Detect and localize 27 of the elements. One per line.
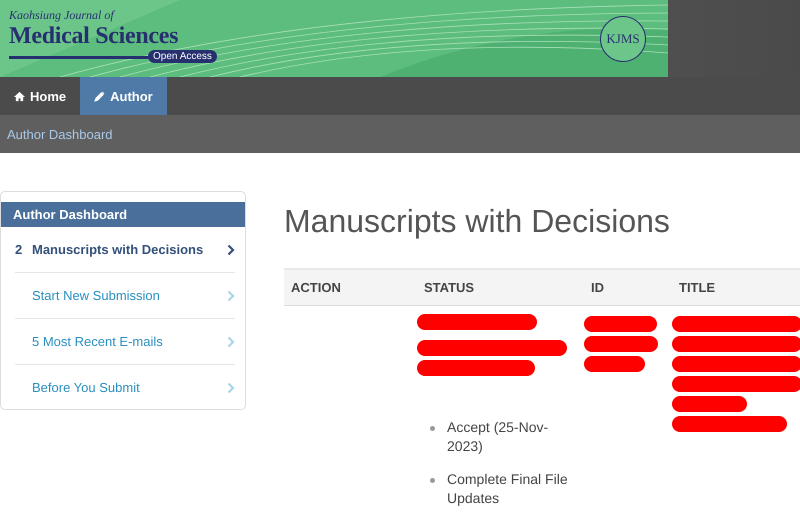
nav-tab[interactable]: Author bbox=[80, 77, 167, 115]
chevron-icon bbox=[227, 244, 235, 256]
status-text: Complete Final File Updates bbox=[447, 470, 569, 508]
sidebar-item[interactable]: Before You Submit bbox=[15, 365, 235, 409]
page-title: Manuscripts with Decisions bbox=[284, 203, 671, 240]
home-icon bbox=[14, 90, 25, 102]
pencil-icon bbox=[94, 90, 106, 102]
status-text: Accept (25-Nov-2023) bbox=[447, 418, 550, 456]
column-header: TITLE bbox=[678, 280, 716, 295]
column-header: ID bbox=[590, 280, 605, 295]
bullet-icon bbox=[430, 426, 435, 431]
redaction-mark bbox=[584, 356, 645, 372]
nav-tab[interactable]: Home bbox=[0, 77, 80, 115]
chevron-icon bbox=[227, 336, 235, 348]
sidebar-item[interactable]: 5 Most Recent E-mails bbox=[15, 319, 235, 365]
breadcrumb-link[interactable]: Author Dashboard bbox=[7, 126, 113, 142]
journal-name: Medical Sciences bbox=[9, 23, 178, 49]
card-title: Author Dashboard bbox=[1, 202, 245, 227]
open-access-badge: Open Access bbox=[148, 50, 217, 63]
bullet-icon bbox=[430, 478, 435, 483]
chevron-icon bbox=[227, 290, 235, 302]
chevron-icon bbox=[227, 382, 235, 394]
journal-prefix: Kaohsiung Journal of bbox=[9, 8, 116, 23]
column-header: ACTION bbox=[290, 280, 342, 295]
column-header: STATUS bbox=[423, 280, 476, 295]
sidebar-item[interactable]: 2 Manuscripts with Decisions bbox=[15, 227, 235, 273]
sidebar-item[interactable]: Start New Submission bbox=[15, 273, 235, 319]
